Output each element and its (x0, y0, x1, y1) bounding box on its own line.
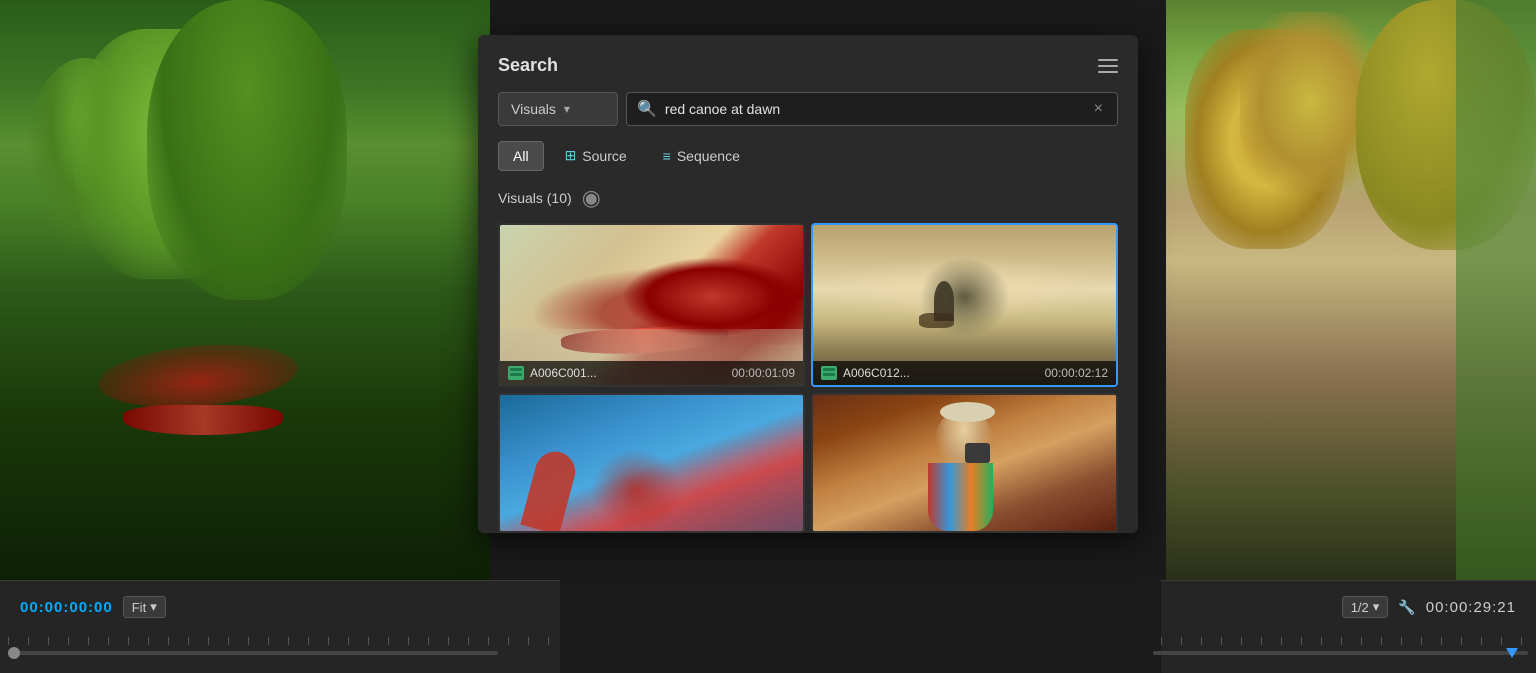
tab-source[interactable]: ⊞ Source (550, 140, 642, 171)
filmstrip-icon-0 (508, 366, 524, 380)
tab-all-label: All (513, 148, 529, 164)
search-panel: Search Visuals ▾ 🔍 × All ⊞ Source ≡ Sequ… (478, 35, 1138, 533)
thumbnail-item-0[interactable]: A006C001... 00:00:01:09 (498, 223, 805, 387)
thumbnail-image-3 (813, 395, 1116, 533)
quality-label: 1/2 (1351, 600, 1369, 615)
quality-dropdown[interactable]: 1/2 ▾ (1342, 596, 1389, 618)
tab-all[interactable]: All (498, 141, 544, 171)
search-input-wrapper: 🔍 × (626, 92, 1118, 126)
scrubber-track-right[interactable] (1153, 651, 1528, 655)
panel-title: Search (498, 55, 558, 76)
visuals-label: Visuals (511, 101, 556, 117)
quality-chevron: ▾ (1373, 599, 1380, 615)
thumbnail-name-0: A006C001... (530, 366, 726, 380)
thumbnail-footer-0: A006C001... 00:00:01:09 (500, 361, 803, 385)
thumbnail-item-2[interactable] (498, 393, 805, 533)
fit-label: Fit (132, 600, 146, 615)
hamburger-line-3 (1098, 71, 1118, 73)
filmstrip-icon-1 (821, 366, 837, 380)
source-icon: ⊞ (565, 147, 577, 164)
visuals-dropdown[interactable]: Visuals ▾ (498, 92, 618, 126)
thumbnails-grid: A006C001... 00:00:01:09 A006C012.. (498, 223, 1118, 533)
timecode-area-left: 00:00:00:00 Fit ▾ (20, 596, 166, 618)
visuals-chevron-icon: ▾ (564, 102, 570, 116)
search-input[interactable] (665, 93, 1082, 125)
results-header: Visuals (10) ◉ (498, 185, 1118, 211)
search-row: Visuals ▾ 🔍 × (498, 92, 1118, 126)
results-section: Visuals (10) ◉ A006C001... 00:00:01:09 (498, 185, 1118, 533)
hamburger-line-2 (1098, 65, 1118, 67)
thumbnail-item-1[interactable]: A006C012... 00:00:02:12 (811, 223, 1118, 387)
tab-sequence[interactable]: ≡ Sequence (648, 141, 755, 171)
scrubber-thumb-right[interactable] (1506, 648, 1518, 658)
filter-tabs: All ⊞ Source ≡ Sequence (498, 140, 1118, 171)
thumbnail-name-1: A006C012... (843, 366, 1039, 380)
scrubber-track-left[interactable] (8, 651, 498, 655)
timecode-left: 00:00:00:00 (20, 599, 113, 616)
hamburger-menu-icon[interactable] (1098, 59, 1118, 73)
tab-sequence-label: Sequence (677, 148, 740, 164)
bottom-bar-left: 00:00:00:00 Fit ▾ (0, 580, 560, 673)
thumbnail-duration-1: 00:00:02:12 (1045, 366, 1108, 380)
background-left (0, 0, 490, 580)
fit-chevron: ▾ (150, 599, 157, 615)
scrubber-right[interactable] (1153, 643, 1528, 663)
fit-dropdown[interactable]: Fit ▾ (123, 596, 166, 618)
panel-header: Search (498, 55, 1118, 76)
bottom-bar-right: 1/2 ▾ 🔧 00:00:29:21 (1161, 580, 1536, 673)
thumbnail-item-3[interactable] (811, 393, 1118, 533)
timecode-area-right: 1/2 ▾ 🔧 00:00:29:21 (1342, 596, 1516, 618)
clear-search-button[interactable]: × (1090, 99, 1107, 119)
timecode-right: 00:00:29:21 (1426, 599, 1516, 616)
sequence-icon: ≡ (663, 148, 671, 164)
hamburger-line-1 (1098, 59, 1118, 61)
wrench-icon[interactable]: 🔧 (1398, 599, 1415, 616)
search-icon: 🔍 (637, 99, 657, 119)
scrubber-thumb-left[interactable] (8, 647, 20, 659)
background-right (1166, 0, 1536, 580)
scrubber-left[interactable] (8, 643, 498, 663)
tab-source-label: Source (582, 148, 626, 164)
thumbnail-duration-0: 00:00:01:09 (732, 366, 795, 380)
results-count: Visuals (10) (498, 190, 572, 206)
visibility-toggle-icon[interactable]: ◉ (582, 185, 601, 211)
thumbnail-image-2 (500, 395, 803, 533)
thumbnail-footer-1: A006C012... 00:00:02:12 (813, 361, 1116, 385)
